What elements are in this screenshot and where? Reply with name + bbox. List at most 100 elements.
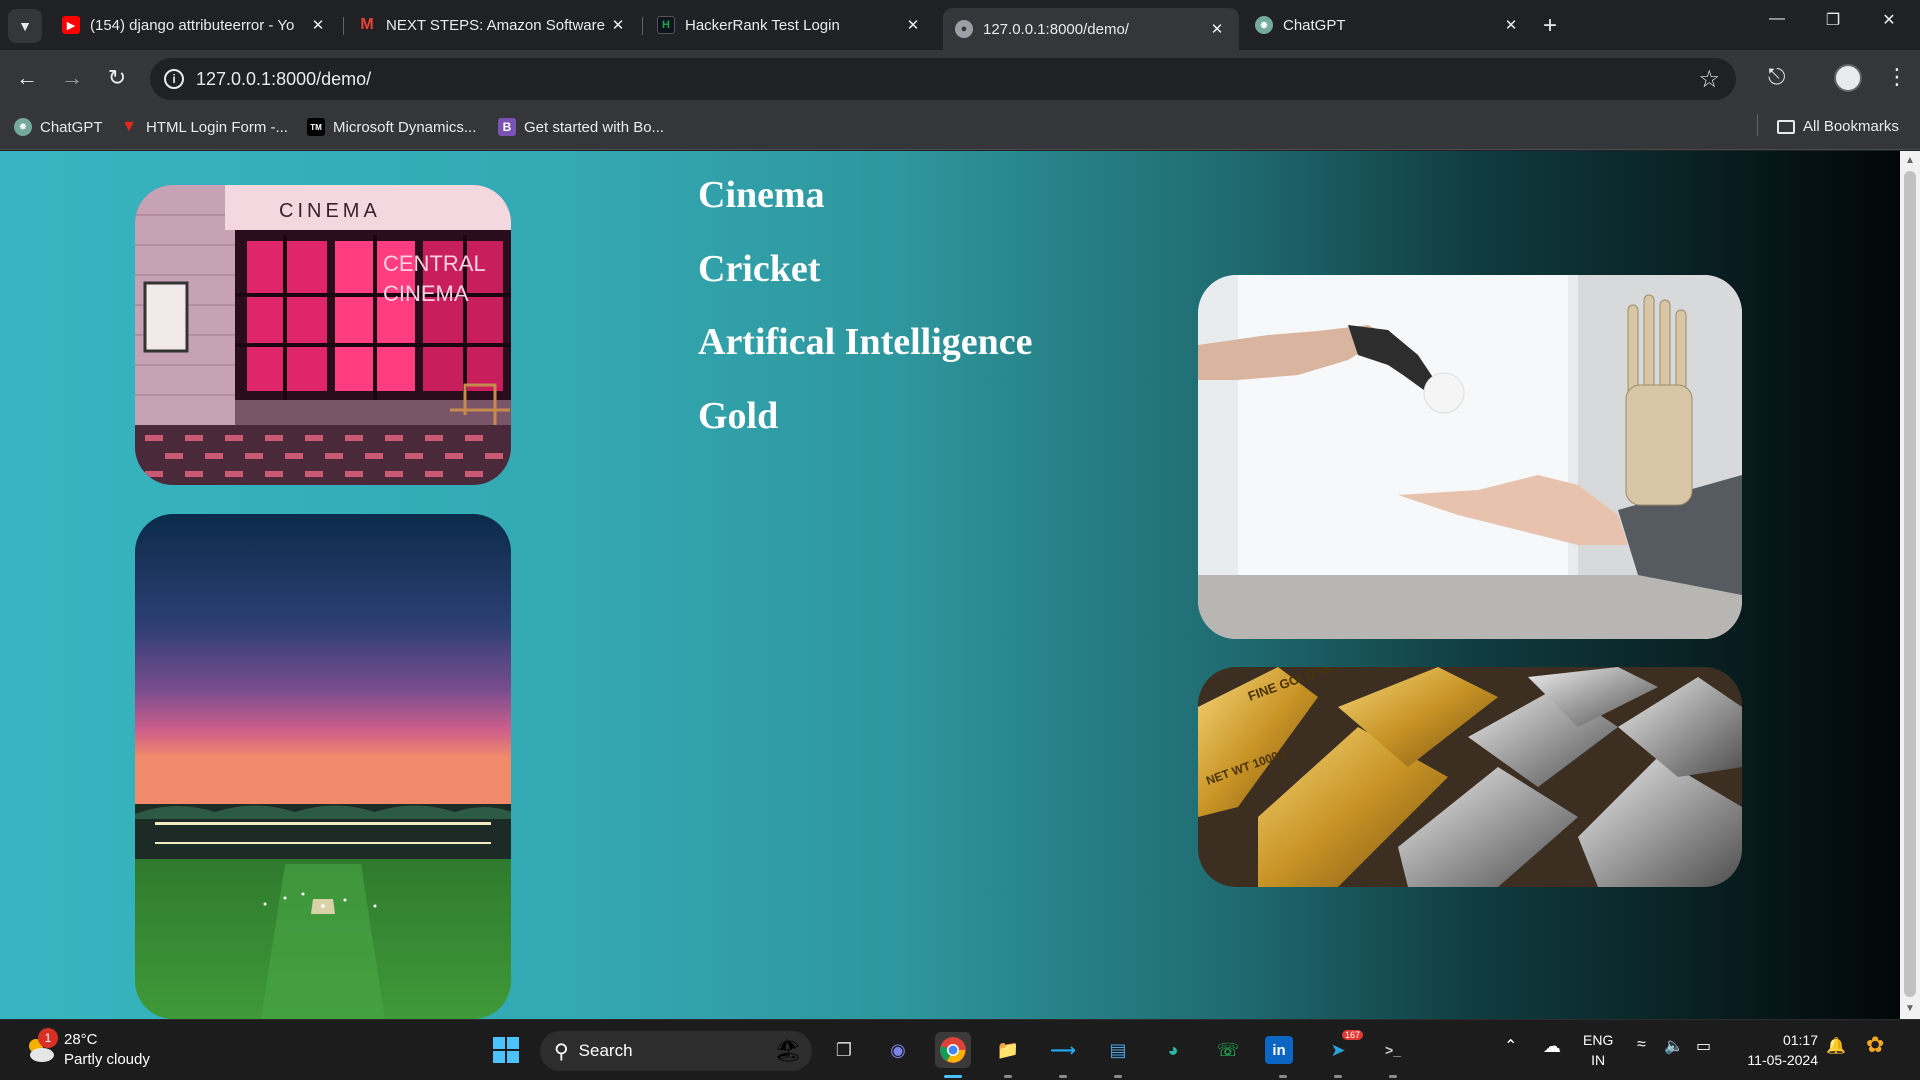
chrome-running-indicator (944, 1075, 962, 1078)
notification-bell-icon[interactable]: 🔔 (1826, 1036, 1846, 1056)
weather-condition: Partly cloudy (64, 1051, 150, 1068)
neon-sign-central: CENTRAL (383, 251, 486, 276)
new-tab-button[interactable]: + (1543, 12, 1557, 40)
start-button[interactable] (488, 1032, 524, 1068)
close-tab-icon[interactable]: ✕ (308, 16, 328, 34)
tab-search-button[interactable]: ▼ (8, 9, 42, 43)
volume-icon[interactable]: 🔈 (1664, 1036, 1684, 1056)
telegram-badge: 167 (1342, 1030, 1364, 1040)
cinema-sign-text: CINEMA (279, 200, 381, 222)
forward-button[interactable]: → (57, 65, 87, 91)
tab-youtube[interactable]: ▶ (154) django attributeerror - Yo ✕ (50, 8, 340, 42)
tab-separator (642, 17, 643, 35)
weather-temp: 28°C (64, 1031, 98, 1048)
tab-strip: ▼ ▶ (154) django attributeerror - Yo ✕ M… (0, 0, 1920, 50)
close-tab-icon[interactable]: ✕ (1207, 20, 1227, 38)
file-explorer-icon[interactable]: 📁 (990, 1032, 1026, 1068)
partly-cloudy-icon: 1 (24, 1028, 58, 1066)
all-bookmarks[interactable]: All Bookmarks (1777, 118, 1899, 135)
cricket-photo-art (135, 514, 511, 1019)
reload-button[interactable]: ↻ (102, 65, 132, 91)
more-menu-icon[interactable]: ⋮ (1886, 64, 1908, 90)
onedrive-icon[interactable]: ☁ (1543, 1036, 1561, 1057)
gmail-icon: M (360, 16, 374, 33)
extensions-icon[interactable]: ⎋ (1768, 64, 1785, 90)
battery-icon[interactable]: ▭ (1696, 1036, 1711, 1056)
language-indicator[interactable]: ENG IN (1583, 1030, 1613, 1070)
bookmark-bootstrap[interactable]: B Get started with Bo... (498, 118, 664, 136)
codepen-icon: ▼ (121, 118, 137, 135)
close-tab-icon[interactable]: ✕ (903, 16, 923, 34)
bookmark-html-login[interactable]: ▼ HTML Login Form -... (120, 118, 288, 136)
vertical-scrollbar[interactable]: ▲ ▼ (1900, 151, 1920, 1019)
tab-chatgpt[interactable]: ✸ ChatGPT ✕ (1243, 8, 1533, 42)
whatsapp-icon[interactable]: ☏ (1210, 1032, 1246, 1068)
scroll-down-arrow[interactable]: ▼ (1900, 999, 1920, 1019)
vscode-icon[interactable]: ⟶ (1045, 1032, 1081, 1068)
back-button[interactable]: ← (12, 65, 42, 91)
bookmark-star-icon[interactable]: ☆ (1698, 65, 1720, 94)
teams-chat-icon[interactable]: ◉ (880, 1032, 916, 1068)
copilot-icon[interactable]: ✿ (1866, 1032, 1884, 1058)
url-text[interactable]: 127.0.0.1:8000/demo/ (196, 69, 371, 90)
close-tab-icon[interactable]: ✕ (1501, 16, 1521, 34)
windows-taskbar: 1 28°C Partly cloudy ⚲ Search 🏖 ❐ ◉ 📁 ⟶ … (0, 1019, 1920, 1080)
linkedin-icon[interactable]: in (1265, 1036, 1293, 1064)
topic-cinema: Cinema (698, 174, 825, 216)
tab-separator (343, 17, 344, 35)
telegram-icon[interactable]: ➤ 167 (1320, 1030, 1364, 1068)
wifi-icon[interactable]: ≈ (1637, 1036, 1646, 1054)
tm-icon: TM (307, 118, 325, 136)
bookmarks-bar: ✸ ChatGPT ▼ HTML Login Form -... TM Micr… (0, 108, 1920, 150)
telegram-running-indicator (1334, 1075, 1342, 1078)
vscode-running-indicator (1059, 1075, 1067, 1078)
topic-cricket: Cricket (698, 247, 821, 290)
chatgpt-icon: ✸ (14, 118, 32, 136)
terminal-running-indicator (1389, 1075, 1397, 1078)
profile-avatar[interactable] (1834, 64, 1862, 92)
weather-widget[interactable]: 1 28°C Partly cloudy (24, 1028, 150, 1070)
bookmark-dynamics[interactable]: TM Microsoft Dynamics... (307, 118, 476, 136)
linkedin-running-indicator (1279, 1075, 1287, 1078)
show-hidden-icons-chevron-icon[interactable]: ⌃ (1504, 1036, 1517, 1056)
weather-badge: 1 (38, 1028, 58, 1048)
chrome-icon[interactable] (935, 1032, 971, 1068)
search-icon: ⚲ (554, 1040, 569, 1063)
youtube-icon: ▶ (62, 16, 80, 34)
chevron-down-icon: ▼ (18, 18, 32, 34)
page-viewport: CINEMA CENTRAL CINEMA Cinema Cricket Art… (0, 151, 1900, 1019)
gold-photo-art: FINE GOLD 999,9 NET WT 1000g (1198, 667, 1742, 887)
ai-photo (1198, 275, 1742, 639)
bookmark-chatgpt[interactable]: ✸ ChatGPT (14, 118, 103, 136)
bootstrap-icon: B (498, 118, 516, 136)
explorer-running-indicator (1004, 1075, 1012, 1078)
minimize-button[interactable]: — (1754, 10, 1800, 28)
cinema-photo-art: CINEMA CENTRAL CINEMA (135, 185, 511, 485)
gold-photo: FINE GOLD 999,9 NET WT 1000g (1198, 667, 1742, 887)
tab-gmail[interactable]: M NEXT STEPS: Amazon Software ✕ (346, 8, 640, 42)
tab-demo-active[interactable]: ● 127.0.0.1:8000/demo/ ✕ (943, 8, 1239, 50)
topic-list: Cinema Cricket Artifical Intelligence Go… (698, 171, 1033, 465)
close-window-button[interactable]: ✕ (1866, 10, 1912, 30)
bookmarks-separator (1757, 114, 1758, 136)
folder-icon (1777, 119, 1795, 134)
taskbar-search[interactable]: ⚲ Search 🏖 (540, 1031, 812, 1071)
restore-button[interactable]: ❐ (1810, 10, 1856, 30)
close-tab-icon[interactable]: ✕ (608, 16, 628, 34)
edge-icon[interactable]: ◕ (1155, 1032, 1191, 1068)
site-info-icon[interactable]: i (164, 69, 184, 89)
notepad-running-indicator (1114, 1075, 1122, 1078)
notepad-icon[interactable]: ▤ (1100, 1032, 1136, 1068)
scroll-up-arrow[interactable]: ▲ (1900, 151, 1920, 171)
cricket-photo (135, 514, 511, 1019)
topic-ai: Artifical Intelligence (698, 321, 1033, 363)
ai-photo-art (1198, 275, 1742, 639)
globe-icon: ● (955, 20, 973, 38)
system-clock[interactable]: 01:17 11-05-2024 (1738, 1030, 1818, 1070)
task-view-icon[interactable]: ❐ (826, 1032, 862, 1068)
scroll-thumb[interactable] (1904, 171, 1916, 997)
search-highlight-icon: 🏖 (774, 1038, 802, 1063)
address-bar[interactable]: i 127.0.0.1:8000/demo/ ☆ (150, 58, 1736, 100)
terminal-icon[interactable]: >_ (1375, 1032, 1411, 1068)
tab-hackerrank[interactable]: H HackerRank Test Login ✕ (645, 8, 935, 42)
